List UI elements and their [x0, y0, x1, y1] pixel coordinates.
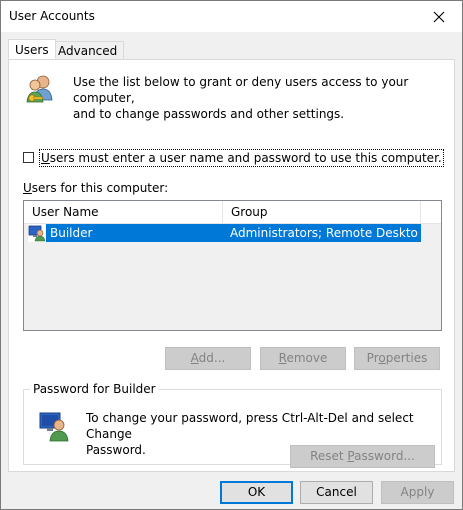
users-keys-icon: [26, 75, 53, 103]
remove-button-label: emove: [286, 351, 328, 365]
list-header: User Name Group: [24, 201, 441, 224]
cell-group: Administrators; Remote Desktop ...: [230, 226, 419, 240]
apply-button[interactable]: Apply: [381, 481, 454, 504]
reset-password-label: assword...: [354, 449, 415, 463]
reset-password-label-pre: Reset: [310, 449, 348, 463]
dialog-client-area: Users Advanced Use the list below to gra…: [1, 32, 462, 509]
password-group-title: Password for Builder: [30, 382, 159, 396]
user-row-icon-cell: [28, 224, 46, 242]
title-bar: User Accounts: [1, 1, 462, 32]
properties-button-label: perties: [385, 351, 428, 365]
intro-line-2: and to change passwords and other settin…: [73, 107, 345, 121]
remove-button[interactable]: Remove: [260, 347, 346, 370]
tab-advanced[interactable]: Advanced: [51, 41, 125, 60]
require-login-checkbox[interactable]: [23, 152, 34, 163]
cell-user-name: Builder: [50, 226, 93, 240]
users-list-label: Users for this computer:: [23, 181, 168, 195]
access-key-u2: U: [23, 181, 32, 195]
password-help-line-1: To change your password, press Ctrl-Alt-…: [86, 411, 414, 441]
user-monitor-icon: [28, 225, 46, 242]
users-tab-panel: Use the list below to grant or deny user…: [8, 59, 455, 472]
properties-button[interactable]: Properties: [354, 347, 440, 370]
tab-users[interactable]: Users: [8, 39, 56, 59]
table-row[interactable]: Builder Administrators; Remote Desktop .…: [24, 224, 421, 242]
close-icon: [433, 11, 445, 22]
users-listview[interactable]: User Name Group Builder Administrators; …: [23, 200, 442, 331]
window-title: User Accounts: [9, 9, 95, 23]
properties-button-label-pre: Pr: [366, 351, 379, 365]
password-groupbox: Password for Builder To change your pass…: [23, 382, 442, 468]
reset-password-button[interactable]: Reset Password...: [290, 445, 435, 468]
user-monitor-icon: [39, 412, 69, 442]
add-button-label: dd...: [198, 351, 226, 365]
add-button[interactable]: Add...: [165, 347, 251, 370]
ok-button[interactable]: OK: [220, 481, 293, 504]
intro-line-1: Use the list below to grant or deny user…: [73, 75, 409, 105]
intro-text: Use the list below to grant or deny user…: [73, 74, 433, 122]
users-list-label-text: sers for this computer:: [31, 181, 169, 195]
cancel-button[interactable]: Cancel: [300, 481, 373, 504]
column-header-user-name[interactable]: User Name: [24, 201, 223, 223]
require-login-text: sers must enter a user name and password…: [49, 151, 442, 165]
close-button[interactable]: [416, 1, 462, 32]
require-login-label[interactable]: Users must enter a user name and passwor…: [39, 149, 444, 167]
access-key-a: A: [190, 351, 199, 365]
user-accounts-window: User Accounts Users Advanced Use the lis…: [0, 0, 463, 510]
selected-row-highlight: Builder Administrators; Remote Desktop .…: [46, 224, 421, 242]
access-key-u: U: [41, 151, 50, 165]
column-header-group[interactable]: Group: [223, 201, 421, 223]
access-key-o: o: [378, 351, 386, 365]
